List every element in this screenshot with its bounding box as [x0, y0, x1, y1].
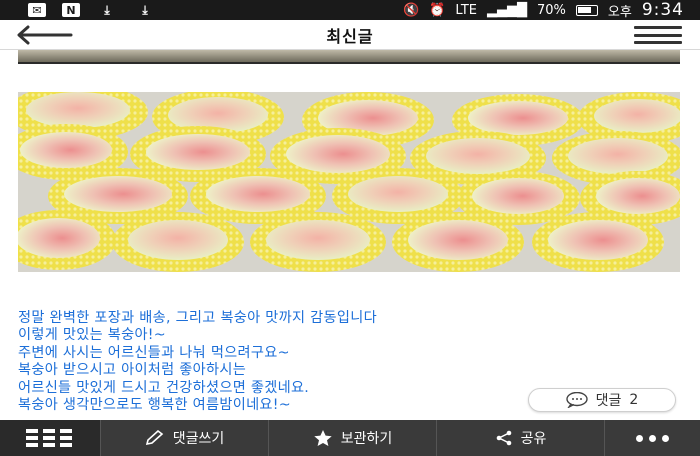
- menu-button[interactable]: [634, 26, 682, 44]
- share-icon: [496, 430, 511, 446]
- previous-photo-strip: [18, 50, 680, 64]
- save-button[interactable]: 보관하기: [268, 420, 436, 456]
- comment-label: 댓글: [595, 393, 622, 409]
- post-line: 이렇게 맛있는 복숭아!~: [18, 327, 166, 344]
- write-comment-label: 댓글쓰기: [172, 431, 225, 447]
- post-line: 주변에 사시는 어르신들과 나눠 먹으려구요~: [18, 344, 290, 361]
- save-label: 보관하기: [340, 431, 393, 447]
- grid-menu-button[interactable]: [0, 420, 100, 456]
- star-icon: [314, 430, 332, 446]
- page-title: 최신글: [326, 26, 374, 46]
- alarm-icon: ⏰: [429, 2, 446, 18]
- back-button[interactable]: [16, 24, 76, 46]
- share-label: 공유: [520, 431, 547, 447]
- bottom-action-bar: 댓글쓰기 보관하기 공유: [0, 420, 700, 456]
- post-line: 정말 완벽한 포장과 배송, 그리고 복숭아 맛까지 감동입니다: [18, 310, 377, 326]
- status-bar: ✉ N ⤓ ⤓ 🔇 ⏰ LTE ▂▄▆█ 70% 오후 9:34: [0, 0, 700, 20]
- n-icon: N: [62, 3, 80, 17]
- clock: 9:34: [641, 0, 684, 20]
- grid-icon: [26, 429, 72, 447]
- signal-icon: ▂▄▆█: [486, 2, 527, 18]
- write-comment-button[interactable]: 댓글쓰기: [100, 420, 268, 456]
- hamburger-icon: [634, 26, 682, 29]
- speech-bubble-icon: [565, 392, 588, 408]
- download-icon: ⤓: [104, 2, 110, 17]
- peach-photo[interactable]: [18, 92, 680, 272]
- more-button[interactable]: [604, 420, 700, 456]
- pencil-icon: [145, 430, 163, 446]
- post-line: 복숭아 받으시고 아이처럼 좋아하시는: [18, 362, 247, 379]
- more-icon: [636, 434, 643, 442]
- mute-icon: 🔇: [403, 2, 420, 18]
- ampm-label: 오후: [607, 4, 632, 20]
- peach-image: [18, 92, 680, 272]
- comment-count: 2: [629, 392, 639, 408]
- back-arrow-icon: [17, 25, 73, 45]
- download-icon: ⤓: [142, 2, 148, 17]
- battery-percent: 70%: [536, 2, 566, 18]
- battery-icon: [575, 4, 598, 16]
- share-button[interactable]: 공유: [436, 420, 604, 456]
- network-label: LTE: [455, 2, 477, 18]
- comment-count-button[interactable]: 댓글 2: [528, 388, 676, 412]
- message-icon: ✉: [28, 3, 46, 17]
- app-header: 최신글: [0, 20, 700, 50]
